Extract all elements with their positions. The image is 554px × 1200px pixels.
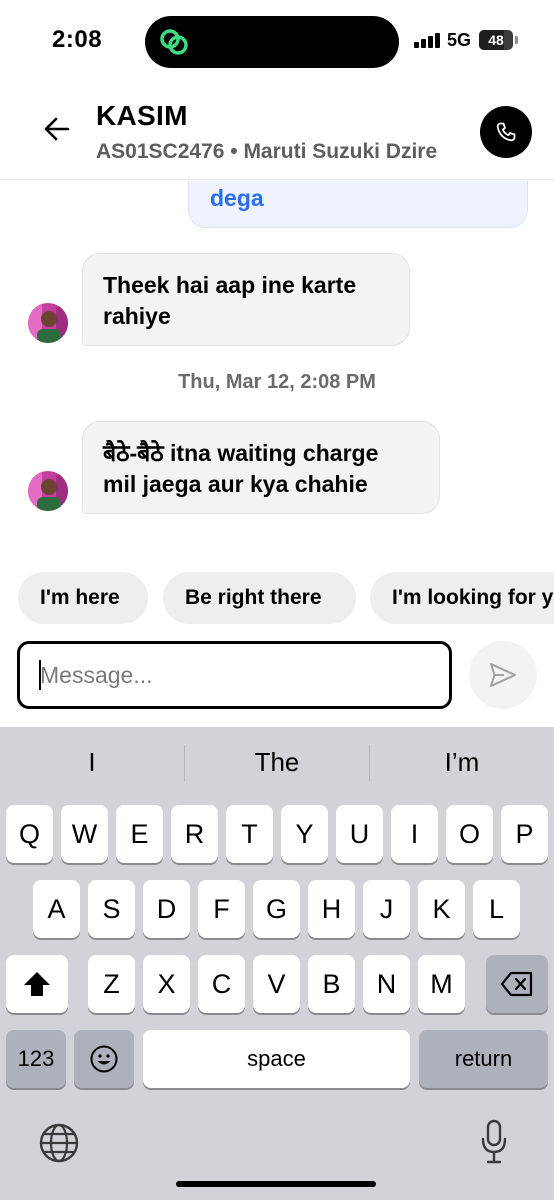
key-q[interactable]: Q — [6, 805, 53, 863]
message-input[interactable] — [17, 641, 452, 709]
space-key[interactable]: space — [143, 1030, 410, 1088]
key-y[interactable]: Y — [281, 805, 328, 863]
driver-avatar — [28, 303, 68, 343]
key-n[interactable]: N — [363, 955, 410, 1013]
back-button[interactable] — [40, 112, 74, 146]
text-caret — [39, 660, 41, 690]
network-type: 5G — [447, 30, 472, 50]
send-icon — [490, 663, 516, 687]
key-a[interactable]: A — [33, 880, 80, 938]
driver-avatar — [28, 471, 68, 511]
send-button[interactable] — [469, 641, 537, 709]
sent-message-text: dega — [210, 185, 264, 211]
suggestion[interactable]: The — [185, 747, 369, 781]
signal-icon — [414, 32, 442, 48]
key-r[interactable]: R — [171, 805, 218, 863]
dynamic-island — [145, 16, 399, 68]
driver-name: KASIM — [96, 100, 188, 131]
suggestion[interactable]: I — [0, 747, 184, 781]
received-message-bubble: Theek hai aap ine karte rahiye — [82, 253, 410, 346]
key-o[interactable]: O — [446, 805, 493, 863]
key-p[interactable]: P — [501, 805, 548, 863]
quick-reply-chip[interactable]: I'm here — [18, 572, 148, 624]
key-e[interactable]: E — [116, 805, 163, 863]
key-c[interactable]: C — [198, 955, 245, 1013]
quick-replies: I'm here Be right there I'm looking for … — [0, 572, 554, 624]
emoji-icon — [90, 1045, 118, 1073]
message-timestamp: Thu, Mar 12, 2:08 PM — [178, 371, 376, 393]
shift-arrow-icon — [24, 972, 50, 996]
message-composer — [0, 638, 554, 726]
key-f[interactable]: F — [198, 880, 245, 938]
key-g[interactable]: G — [253, 880, 300, 938]
shift-key[interactable] — [6, 955, 68, 1013]
key-j[interactable]: J — [363, 880, 410, 938]
battery-level: 48 — [488, 32, 504, 48]
key-z[interactable]: Z — [88, 955, 135, 1013]
phone-icon — [496, 122, 516, 142]
message-list[interactable]: dega Theek hai aap ine karte rahiye Thu,… — [0, 181, 554, 561]
battery-icon: 48 — [479, 30, 513, 50]
vehicle-info: AS01SC2476 • Maruti Suzuki Dzire — [96, 140, 438, 163]
message-line: Theek hai aap ine karte — [103, 272, 357, 298]
message-line: rahiye — [103, 303, 171, 329]
microphone-icon[interactable] — [480, 1119, 508, 1165]
key-v[interactable]: V — [253, 955, 300, 1013]
backspace-key[interactable] — [486, 955, 548, 1013]
ride-activity-icon — [160, 29, 188, 55]
globe-icon[interactable] — [38, 1122, 80, 1164]
home-indicator[interactable] — [176, 1181, 376, 1187]
key-s[interactable]: S — [88, 880, 135, 938]
message-line: mil jaega aur kya chahie — [103, 471, 368, 497]
key-b[interactable]: B — [308, 955, 355, 1013]
key-u[interactable]: U — [336, 805, 383, 863]
key-l[interactable]: L — [473, 880, 520, 938]
status-time: 2:08 — [52, 26, 103, 53]
key-d[interactable]: D — [143, 880, 190, 938]
status-bar: 2:08 5G 48 — [0, 0, 554, 84]
message-line: बैठे-बैठे itna waiting charge — [103, 440, 379, 466]
predictive-bar: I The I’m — [0, 727, 554, 797]
numbers-key[interactable]: 123 — [6, 1030, 66, 1088]
backspace-icon — [500, 971, 533, 997]
call-button[interactable] — [480, 106, 532, 158]
suggestion[interactable]: I’m — [370, 747, 554, 781]
battery-tip — [515, 36, 518, 44]
quick-reply-chip[interactable]: I'm looking for y — [370, 572, 554, 624]
key-k[interactable]: K — [418, 880, 465, 938]
key-h[interactable]: H — [308, 880, 355, 938]
key-i[interactable]: I — [391, 805, 438, 863]
arrow-left-icon — [44, 117, 70, 141]
key-x[interactable]: X — [143, 955, 190, 1013]
chat-header: KASIM AS01SC2476 • Maruti Suzuki Dzire — [0, 84, 554, 180]
quick-reply-chip[interactable]: Be right there — [163, 572, 356, 624]
key-t[interactable]: T — [226, 805, 273, 863]
emoji-key[interactable] — [74, 1030, 134, 1088]
key-w[interactable]: W — [61, 805, 108, 863]
key-m[interactable]: M — [418, 955, 465, 1013]
return-key[interactable]: return — [419, 1030, 548, 1088]
received-message-bubble: बैठे-बैठे itna waiting charge mil jaega … — [82, 421, 440, 514]
onscreen-keyboard: I The I’m Q W E R T Y U I O P A S D F G … — [0, 727, 554, 1200]
